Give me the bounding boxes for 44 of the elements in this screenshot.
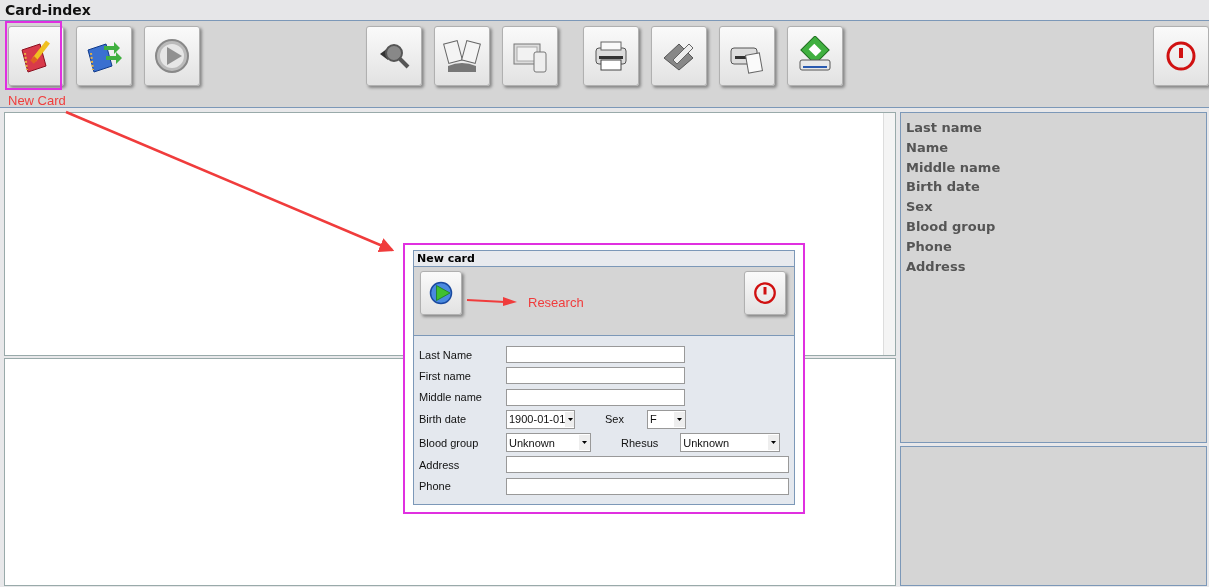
toolbar-button[interactable] (651, 26, 707, 86)
input-field[interactable] (506, 477, 789, 495)
caret-icon (565, 411, 574, 427)
dropdown[interactable]: F (646, 409, 686, 429)
caret-icon (673, 411, 685, 427)
caret-icon (579, 435, 590, 451)
input-field[interactable] (506, 456, 789, 474)
annotation-label: Research (528, 295, 584, 310)
dropdown[interactable]: Unknown (680, 433, 781, 453)
field-label: Phone (906, 237, 953, 256)
highlight-frame (5, 21, 62, 90)
caret-icon (768, 435, 780, 451)
field-label: Blood group (906, 218, 997, 236)
field-label: Address (419, 459, 461, 471)
field-label: Middle name (906, 158, 1002, 177)
field-label: First name (419, 369, 472, 382)
close-button[interactable] (744, 271, 786, 315)
toolbar-button[interactable] (1153, 26, 1209, 86)
field-label: Sex (906, 198, 934, 217)
input-field[interactable] (506, 388, 685, 406)
input-field[interactable] (506, 367, 685, 385)
dropdown[interactable]: 1900-01-01 (506, 409, 575, 429)
field-label: Blood group (419, 436, 480, 449)
search-button[interactable] (420, 271, 462, 315)
toolbar-button[interactable] (366, 26, 422, 86)
scrollbar[interactable] (883, 113, 895, 355)
annotation-label: New Card (8, 93, 66, 108)
field-label: Name (906, 138, 949, 157)
field-label: Last name (906, 119, 983, 137)
play-icon (152, 36, 192, 76)
field-label: Address (906, 257, 967, 276)
field-label: Last Name (419, 348, 474, 361)
field-label: Birth date (906, 178, 981, 197)
dialog-title: New card (414, 251, 794, 267)
annotation-arrow (465, 295, 519, 307)
field-label: Birth date (419, 413, 468, 426)
field-label: Phone (419, 480, 452, 493)
toolbar-button[interactable] (583, 26, 639, 86)
field-label: Sex (605, 413, 624, 426)
toolbar-button[interactable] (787, 26, 843, 86)
field-label: Middle name (419, 391, 483, 404)
field-label: Rhesus (621, 436, 659, 449)
dropdown[interactable]: Unknown (506, 433, 591, 453)
input-field[interactable] (506, 346, 685, 363)
